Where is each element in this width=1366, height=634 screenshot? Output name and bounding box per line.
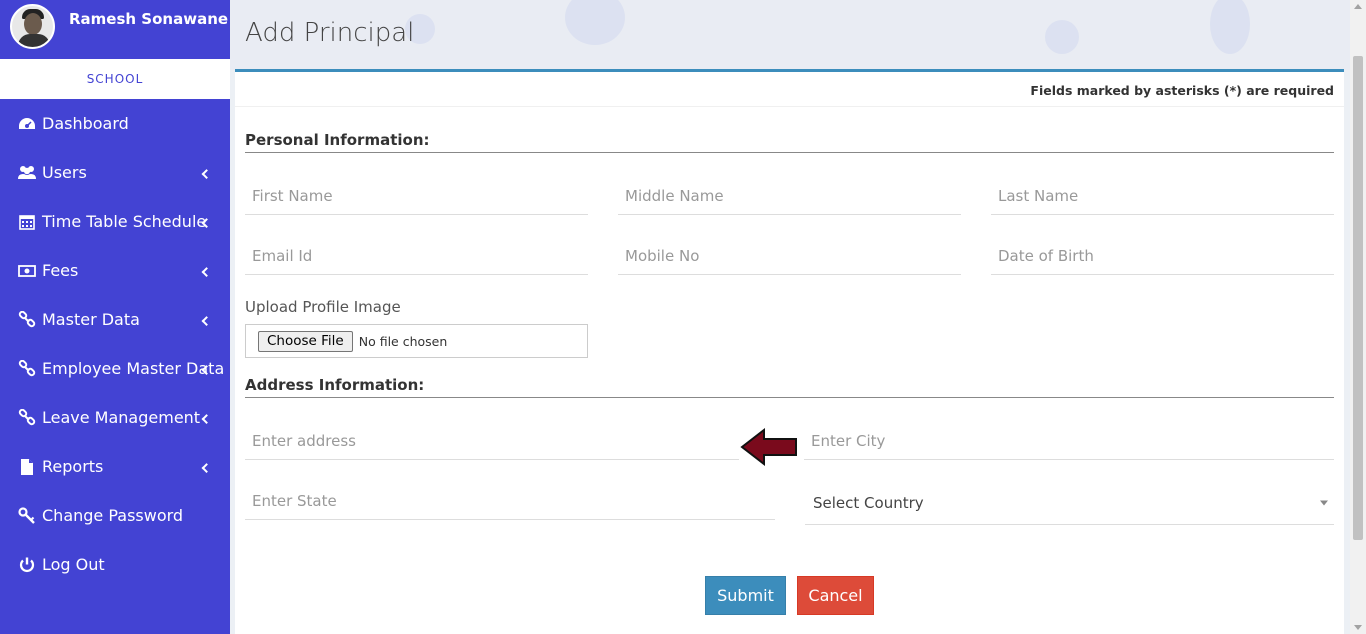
country-select[interactable]: Select Country	[805, 481, 1334, 525]
submit-button[interactable]: Submit	[705, 576, 786, 615]
date-of-birth-field[interactable]	[991, 237, 1334, 275]
sidebar-item-leave-management[interactable]: Leave Management	[0, 393, 230, 442]
chevron-left-icon	[201, 413, 212, 424]
sidebar-item-label: Change Password	[42, 506, 184, 525]
arrow-left-icon	[740, 427, 797, 467]
user-panel: Ramesh Sonawane	[0, 0, 230, 59]
country-select-value: Select Country	[813, 493, 924, 512]
sidebar-item-fees[interactable]: Fees	[0, 246, 230, 295]
caret-down-icon	[1320, 500, 1328, 505]
header-banner: Add Principal	[230, 0, 1350, 70]
sidebar-item-dashboard[interactable]: Dashboard	[0, 99, 230, 148]
link-icon	[17, 408, 37, 427]
power-icon	[17, 556, 37, 574]
sidebar-item-change-password[interactable]: Change Password	[0, 491, 230, 540]
profile-image-upload: Choose File No file chosen	[245, 324, 588, 358]
page-title: Add Principal	[245, 18, 415, 48]
divider	[245, 397, 1334, 398]
calendar-icon	[17, 213, 37, 231]
sidebar-item-label: Leave Management	[42, 408, 201, 427]
sidebar-item-label: Users	[42, 163, 87, 182]
users-icon	[17, 164, 37, 182]
chevron-left-icon	[201, 168, 212, 179]
role-label: SCHOOL	[0, 59, 230, 99]
required-note: Fields marked by asterisks (*) are requi…	[1030, 83, 1334, 98]
scroll-up-icon[interactable]	[1354, 4, 1362, 9]
avatar[interactable]	[10, 4, 55, 49]
address-info-title: Address Information:	[245, 376, 425, 394]
link-icon	[17, 310, 37, 329]
form-box: Fields marked by asterisks (*) are requi…	[235, 69, 1344, 634]
chevron-left-icon	[201, 266, 212, 277]
city-field[interactable]	[804, 422, 1334, 460]
scroll-down-icon[interactable]	[1354, 625, 1362, 630]
choose-file-button[interactable]: Choose File	[258, 330, 353, 352]
chevron-left-icon	[201, 315, 212, 326]
address-field[interactable]	[245, 422, 739, 460]
cancel-button[interactable]: Cancel	[797, 576, 874, 615]
main-content: Add Principal Fields marked by asterisks…	[230, 0, 1366, 634]
sidebar-menu: Dashboard Users Time Table Schedule Fees	[0, 99, 230, 589]
sidebar-item-label: Dashboard	[42, 114, 129, 133]
sidebar-item-label: Reports	[42, 457, 104, 476]
mobile-field[interactable]	[618, 237, 961, 275]
file-status: No file chosen	[358, 333, 448, 349]
chevron-left-icon	[201, 462, 212, 473]
first-name-field[interactable]	[245, 177, 588, 215]
sidebar-item-label: Fees	[42, 261, 79, 280]
sidebar-item-label: Employee Master Data	[42, 359, 225, 378]
sidebar-item-time-table-schedule[interactable]: Time Table Schedule	[0, 197, 230, 246]
link-icon	[17, 359, 37, 378]
sidebar: Ramesh Sonawane SCHOOL Dashboard Users T…	[0, 0, 230, 634]
personal-info-title: Personal Information:	[245, 131, 430, 149]
sidebar-item-label: Time Table Schedule	[42, 212, 207, 231]
sidebar-item-label: Log Out	[42, 555, 105, 574]
money-icon	[17, 262, 37, 280]
state-field[interactable]	[245, 482, 775, 520]
email-field[interactable]	[245, 237, 588, 275]
sidebar-item-employee-master-data[interactable]: Employee Master Data	[0, 344, 230, 393]
scroll-thumb[interactable]	[1353, 56, 1363, 540]
key-icon	[17, 506, 37, 525]
dashboard-icon	[17, 115, 37, 133]
sidebar-item-log-out[interactable]: Log Out	[0, 540, 230, 589]
middle-name-field[interactable]	[618, 177, 961, 215]
page-scrollbar[interactable]	[1350, 0, 1366, 634]
sidebar-item-label: Master Data	[42, 310, 140, 329]
divider	[235, 106, 1344, 107]
upload-profile-label: Upload Profile Image	[245, 298, 401, 316]
divider	[245, 152, 1334, 153]
user-name: Ramesh Sonawane	[69, 10, 229, 28]
last-name-field[interactable]	[991, 177, 1334, 215]
file-icon	[17, 458, 37, 476]
sidebar-item-users[interactable]: Users	[0, 148, 230, 197]
sidebar-item-reports[interactable]: Reports	[0, 442, 230, 491]
sidebar-item-master-data[interactable]: Master Data	[0, 295, 230, 344]
